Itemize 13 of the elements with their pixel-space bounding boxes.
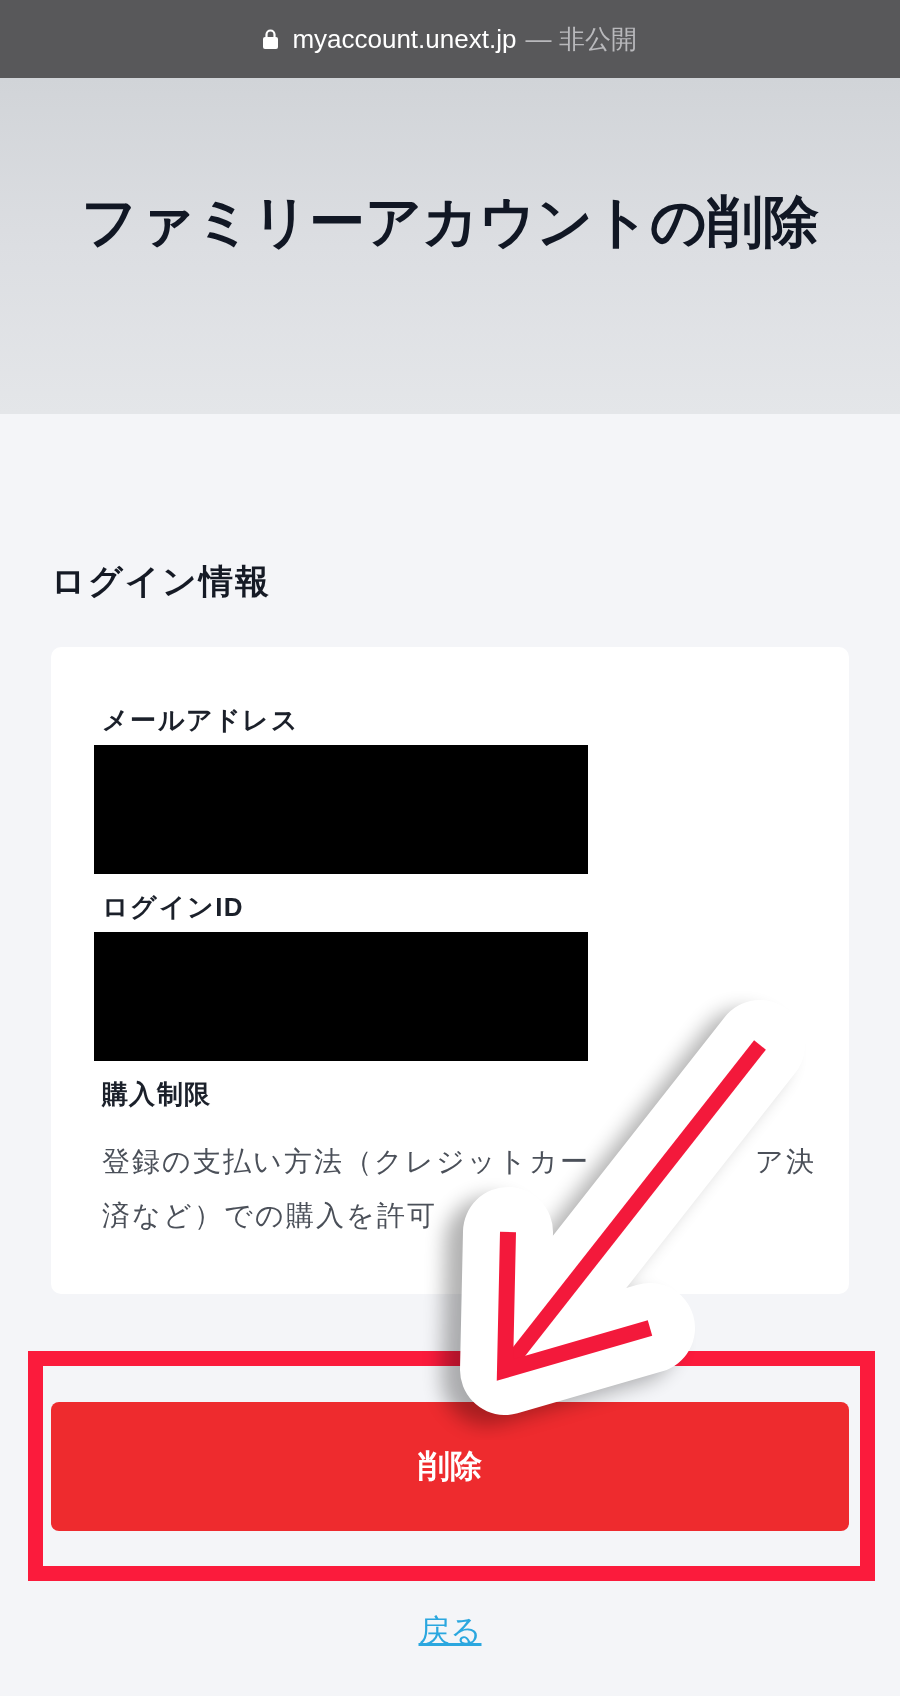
description-text: ア決 bbox=[755, 1145, 816, 1179]
description-text: 済など）での購入を許可 bbox=[102, 1199, 437, 1233]
privacy-label: — 非公開 bbox=[525, 23, 637, 55]
lock-icon bbox=[263, 29, 279, 49]
back-link[interactable]: 戻る bbox=[418, 1613, 482, 1648]
delete-button[interactable]: 削除 bbox=[50, 1402, 849, 1531]
field-label: 購入制限 bbox=[100, 1078, 213, 1111]
page-title: ファミリーアカウントの削除 bbox=[80, 189, 820, 255]
field-label: ログインID bbox=[101, 891, 245, 924]
url-text: myaccount.unext.jp bbox=[292, 23, 517, 55]
field-label: メールアドレス bbox=[101, 704, 301, 737]
description-text: 登録の支払い方法（クレジットカー bbox=[102, 1145, 590, 1179]
section-heading: ログイン情報 bbox=[51, 561, 272, 601]
